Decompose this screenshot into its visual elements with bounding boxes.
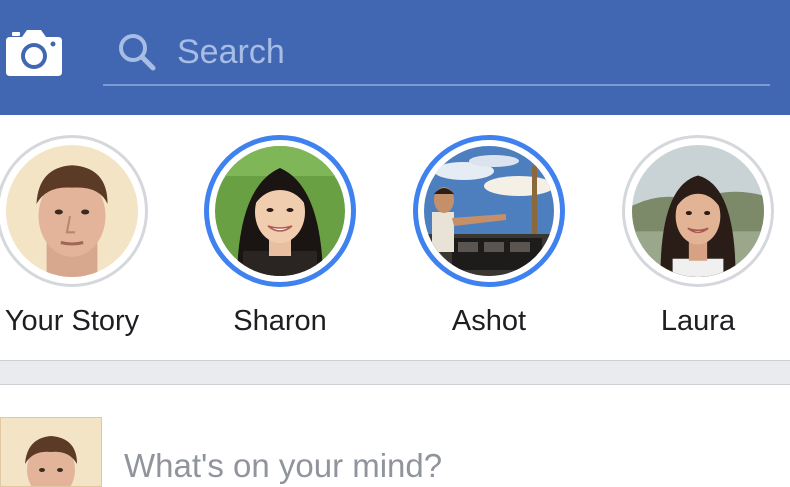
story-ashot[interactable]: Ashot: [389, 115, 589, 360]
search-bar[interactable]: [103, 18, 770, 86]
story-sharon[interactable]: Sharon: [180, 115, 380, 360]
camera-icon: [6, 30, 62, 76]
avatar: [424, 146, 554, 276]
story-laura[interactable]: Laura: [598, 115, 790, 360]
top-bar: [0, 0, 790, 115]
story-ring: [0, 135, 148, 287]
story-ring: [204, 135, 356, 287]
story-name: Laura: [660, 305, 736, 337]
camera-button[interactable]: [4, 28, 64, 78]
stories-tray: Your Story Sharon Ashot Laura: [0, 115, 790, 360]
story-name: Sharon: [233, 305, 327, 337]
story-ring: [413, 135, 565, 287]
avatar: [632, 145, 764, 277]
avatar: [0, 417, 102, 487]
story-name: Ashot: [451, 305, 527, 337]
search-input[interactable]: [177, 30, 737, 74]
story-name: Your Story: [4, 305, 140, 337]
post-composer[interactable]: What's on your mind?: [0, 385, 790, 487]
search-icon: [117, 32, 157, 72]
avatar: [215, 146, 345, 276]
story-ring: [622, 135, 774, 287]
story-your-story[interactable]: Your Story: [0, 115, 172, 360]
section-divider: [0, 360, 790, 385]
avatar: [6, 145, 138, 277]
composer-prompt[interactable]: What's on your mind?: [124, 447, 442, 485]
